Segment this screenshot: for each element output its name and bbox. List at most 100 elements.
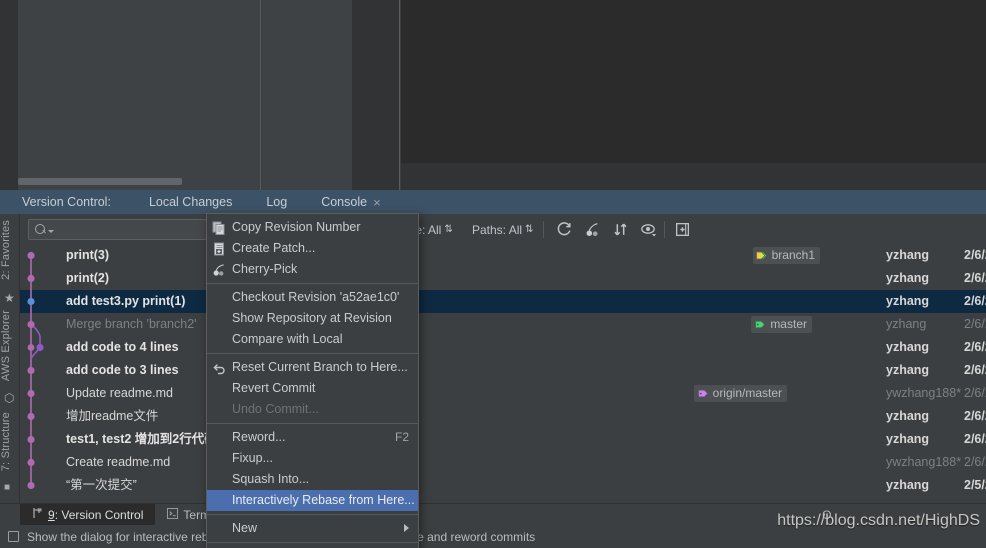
- table-row[interactable]: Create readme.md ywzhang188* 2/6/20: [20, 451, 986, 474]
- patch-icon: [212, 242, 226, 256]
- commit-graph-cell: [27, 428, 35, 451]
- commit-graph-cell: [27, 451, 35, 474]
- branch-tag-icon: [756, 251, 767, 260]
- status-icon: [8, 531, 19, 542]
- editor-pane-primary[interactable]: [18, 0, 261, 190]
- commit-date: 2/6/2: [964, 317, 986, 331]
- menu-item-shortcut: F2: [394, 430, 409, 444]
- commit-author: ywzhang188*: [886, 455, 962, 469]
- table-row[interactable]: “第一次提交” yzhang 2/5/2: [20, 474, 986, 497]
- filter-date[interactable]: te: All ⇅: [412, 223, 463, 237]
- sort-icon[interactable]: [612, 221, 630, 238]
- editor-pane-secondary[interactable]: [262, 0, 352, 190]
- menu-item-reset-current-branch-to-here[interactable]: Reset Current Branch to Here...: [207, 357, 418, 378]
- commit-graph-cell: [27, 290, 35, 313]
- menu-item-cherry-pick[interactable]: Cherry-Pick: [207, 259, 418, 280]
- commit-author: yzhang: [886, 478, 930, 492]
- menu-item-show-repository-at-revision[interactable]: Show Repository at Revision: [207, 308, 418, 329]
- table-row-selected[interactable]: add test3.py print(1) yzhang 2/6/2: [20, 290, 986, 313]
- editor-pane-narrow[interactable]: [352, 0, 400, 190]
- editor-horizontal-scrollbar[interactable]: [18, 178, 182, 185]
- chevron-updown-icon: ⇅: [444, 224, 453, 235]
- commit-subject: Update readme.md: [66, 386, 174, 400]
- commit-date: 2/6/2: [964, 294, 986, 308]
- watermark: https://blog.csdn.net/HighDS: [777, 512, 980, 529]
- table-row[interactable]: test1, test2 增加到2行代码 yzhang 2/6/2: [20, 428, 986, 451]
- cube-icon: ⬡: [4, 391, 15, 405]
- menu-separator: [207, 353, 418, 354]
- ref-label-text: master: [770, 317, 807, 331]
- table-row[interactable]: Update readme.md origin/master ywzhang18…: [20, 382, 986, 405]
- menu-item-fixup[interactable]: Fixup...: [207, 448, 418, 469]
- commit-author: yzhang: [886, 340, 930, 354]
- add-column-icon[interactable]: [674, 221, 692, 238]
- copy-icon: [212, 221, 226, 235]
- cherry-pick-icon: [212, 263, 226, 277]
- commit-graph-cell: [27, 359, 35, 382]
- tab-console[interactable]: Console: [321, 195, 367, 209]
- menu-item-checkout-revision[interactable]: Checkout Revision 'a52ae1c0': [207, 287, 418, 308]
- search-input[interactable]: [28, 219, 221, 240]
- tab-local-changes[interactable]: Local Changes: [149, 195, 232, 209]
- menu-item-label: Show Repository at Revision: [232, 311, 392, 325]
- commit-graph-cell: [27, 336, 44, 359]
- commit-subject: print(3): [66, 248, 110, 262]
- cherry-pick-icon[interactable]: [584, 221, 602, 238]
- menu-item-create-patch[interactable]: Create Patch...: [207, 238, 418, 259]
- menu-item-label: Compare with Local: [232, 332, 343, 346]
- menu-item-compare-with-local[interactable]: Compare with Local: [207, 329, 418, 350]
- commit-log-table[interactable]: print(3) branch1 yzhang 2/6/2 print(2): [20, 244, 986, 503]
- star-icon: ★: [4, 291, 15, 305]
- grid-icon: ■: [4, 482, 11, 493]
- commit-context-menu[interactable]: Copy Revision Number Create Patch... Che…: [206, 213, 419, 548]
- commit-subject: add code to 4 lines: [66, 340, 179, 354]
- tab-log[interactable]: Log: [266, 195, 287, 209]
- menu-item-label: Interactively Rebase from Here...: [232, 493, 415, 507]
- commit-subject: test1, test2 增加到2行代码: [66, 432, 217, 446]
- editor-area: [0, 0, 986, 190]
- ref-label-origin-master[interactable]: origin/master: [693, 385, 787, 402]
- commit-date: 2/6/20: [964, 455, 986, 469]
- table-row[interactable]: print(3) branch1 yzhang 2/6/2: [20, 244, 986, 267]
- commit-author: yzhang: [886, 409, 930, 423]
- ref-label-text: origin/master: [712, 386, 782, 400]
- menu-item-interactively-rebase-from-here[interactable]: Interactively Rebase from Here...: [207, 490, 418, 511]
- menu-separator: [207, 283, 418, 284]
- menu-item-label: Checkout Revision 'a52ae1c0': [232, 290, 400, 304]
- menu-item-new[interactable]: New: [207, 518, 418, 539]
- toolbar-divider: [543, 221, 544, 238]
- commit-author: yzhang: [886, 363, 930, 377]
- commit-graph-cell: [27, 267, 35, 290]
- eye-icon[interactable]: [640, 221, 658, 238]
- editor-pane-dark-footer: [401, 163, 986, 190]
- version-control-tool-window: Version Control: Local Changes Log Conso…: [0, 190, 986, 548]
- commit-author: yzhang: [886, 294, 930, 308]
- menu-item-reword[interactable]: Reword... F2: [207, 427, 418, 448]
- menu-item-squash-into[interactable]: Squash Into...: [207, 469, 418, 490]
- editor-pane-dark[interactable]: [401, 0, 986, 163]
- refresh-icon[interactable]: [556, 221, 574, 238]
- table-row[interactable]: add code to 4 lines yzhang 2/6/2: [20, 336, 986, 359]
- tab-version-control[interactable]: 9: Version Control: [20, 503, 156, 526]
- menu-item-revert-commit[interactable]: Revert Commit: [207, 378, 418, 399]
- table-row[interactable]: Merge branch 'branch2' master yzhang 2/6…: [20, 313, 986, 336]
- menu-item-label: Reset Current Branch to Here...: [232, 360, 408, 374]
- commit-date: 2/6/2: [964, 432, 986, 446]
- sidebar-item-favorites[interactable]: 2: Favorites: [0, 220, 20, 280]
- table-row[interactable]: print(2) yzhang 2/6/2: [20, 267, 986, 290]
- filter-paths[interactable]: Paths: All ⇅: [472, 223, 543, 237]
- editor-gutter: [0, 0, 18, 190]
- close-icon[interactable]: ×: [373, 195, 381, 210]
- table-row[interactable]: add code to 3 lines yzhang 2/6/2: [20, 359, 986, 382]
- commit-subject: Create readme.md: [66, 455, 171, 469]
- commit-subject: 增加readme文件: [66, 409, 159, 423]
- chevron-down-icon[interactable]: [48, 230, 54, 233]
- table-row[interactable]: 增加readme文件 yzhang 2/6/2: [20, 405, 986, 428]
- sidebar-item-structure[interactable]: 7: Structure: [0, 412, 20, 471]
- ref-label-master[interactable]: master: [751, 316, 812, 333]
- chevron-updown-icon: ⇅: [525, 224, 534, 235]
- ref-label-branch1[interactable]: branch1: [752, 247, 820, 264]
- menu-item-copy-revision-number[interactable]: Copy Revision Number: [207, 217, 418, 238]
- sidebar-item-aws-explorer[interactable]: AWS Explorer: [0, 310, 20, 381]
- log-toolbar: te: All ⇅ Paths: All ⇅: [20, 214, 986, 244]
